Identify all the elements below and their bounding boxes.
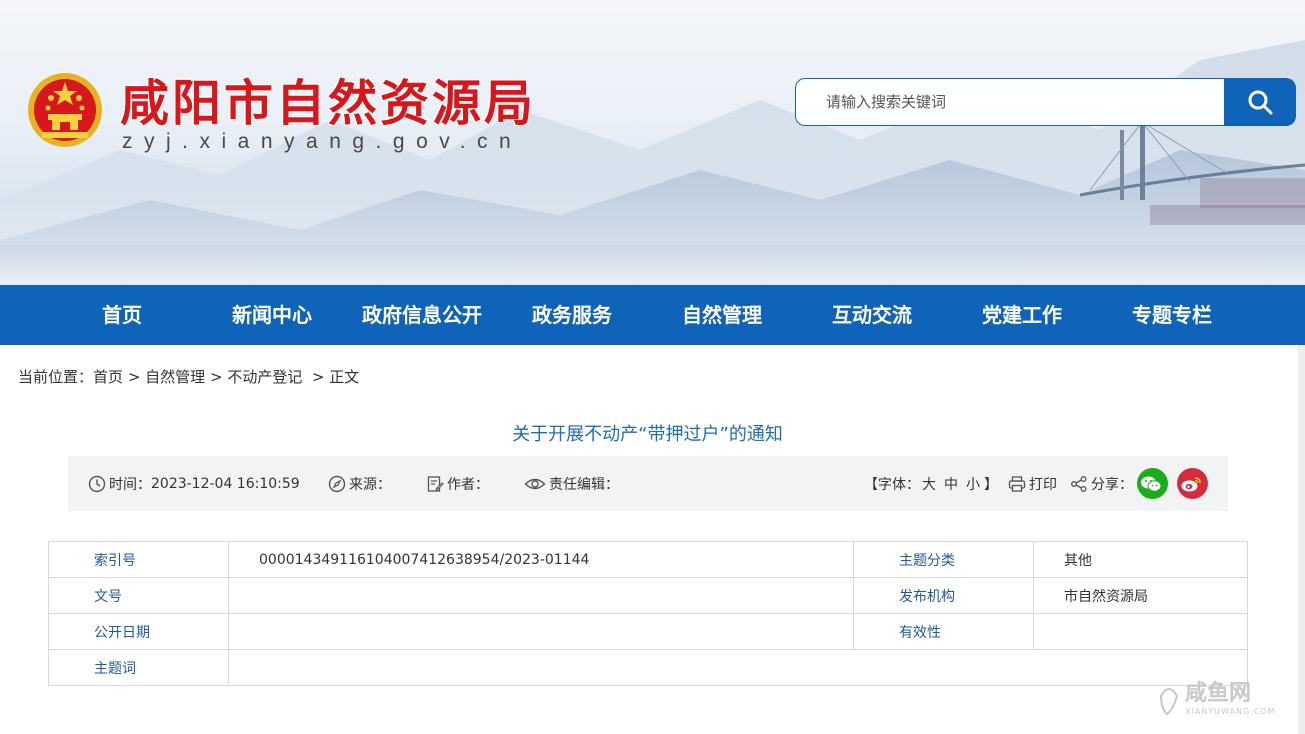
article-meta-bar: 时间： 2023-12-04 16:10:59 来源： 作者： 责任编辑： 【字… (68, 456, 1228, 511)
index-number-value: 000014349116104007412638954/2023-01144 (228, 541, 854, 578)
topic-category-value: 其他 (1033, 541, 1248, 578)
share-label: 分享： (1091, 476, 1133, 493)
article-title: 关于开展不动产“带押过户”的通知 (512, 424, 783, 445)
breadcrumb-separator: > (311, 368, 325, 386)
meta-author: 作者： (426, 456, 489, 511)
eye-icon (524, 478, 546, 489)
breadcrumb-home[interactable]: 首页 (93, 368, 123, 386)
table-row: 主题词 (48, 649, 1248, 686)
doc-number-label: 文号 (48, 577, 229, 614)
share-section: 分享： (1070, 456, 1133, 511)
nav-item-party[interactable]: 党建工作 (982, 285, 1062, 345)
breadcrumb-current: 正文 (329, 368, 360, 386)
meta-source-label: 来源： (349, 476, 391, 493)
font-size-open: 【字体： (864, 476, 920, 493)
nav-item-news[interactable]: 新闻中心 (232, 285, 312, 345)
watermark-text: 咸鱼网 (1185, 680, 1251, 706)
share-wechat-button[interactable] (1137, 468, 1168, 499)
keywords-label: 主题词 (48, 649, 229, 686)
table-row: 索引号 000014349116104007412638954/2023-011… (48, 541, 1248, 578)
printer-icon (1008, 475, 1026, 492)
print-button[interactable]: 打印 (1008, 456, 1057, 511)
watermark-logo: 咸鱼网 XIANYUWANG.COM (1159, 680, 1276, 716)
font-size-close: 】 (984, 476, 998, 493)
wechat-icon (1141, 476, 1162, 492)
meta-editor-label: 责任编辑： (549, 476, 619, 493)
meta-time: 时间： 2023-12-04 16:10:59 (88, 456, 300, 511)
nav-item-home[interactable]: 首页 (102, 285, 142, 345)
search-icon (1248, 90, 1273, 115)
page-scrollbar[interactable] (1298, 345, 1305, 734)
meta-author-label: 作者： (447, 476, 489, 493)
nav-item-topics[interactable]: 专题专栏 (1132, 285, 1212, 345)
nav-item-gov-info[interactable]: 政府信息公开 (362, 285, 482, 345)
meta-editor: 责任编辑： (524, 456, 619, 511)
doc-number-value (228, 577, 854, 614)
table-row: 文号 发布机构 市自然资源局 (48, 577, 1248, 614)
breadcrumb-separator: > (127, 368, 141, 386)
font-size-large-button[interactable]: 大 (922, 474, 936, 494)
share-weibo-button[interactable] (1177, 468, 1208, 499)
breadcrumb-separator: > (209, 368, 223, 386)
search-input[interactable] (795, 78, 1225, 126)
meta-source: 来源： (328, 456, 391, 511)
validity-value (1033, 613, 1248, 650)
print-label: 打印 (1029, 476, 1057, 493)
publisher-value: 市自然资源局 (1033, 577, 1248, 614)
site-header: 咸阳市自然资源局 zyj.xianyang.gov.cn (0, 0, 1305, 285)
watermark-domain: XIANYUWANG.COM (1185, 707, 1276, 716)
breadcrumb-natural-mgmt[interactable]: 自然管理 (145, 368, 205, 386)
breadcrumb-prefix: 当前位置： (18, 368, 94, 386)
topic-category-label: 主题分类 (853, 541, 1034, 578)
keywords-value (228, 649, 1248, 686)
edit-document-icon (427, 475, 444, 492)
site-title: 咸阳市自然资源局 (120, 74, 537, 132)
publisher-label: 发布机构 (853, 577, 1034, 614)
nav-item-interaction[interactable]: 互动交流 (832, 285, 912, 345)
font-size-small-button[interactable]: 小 (966, 474, 980, 494)
nav-item-natural-mgmt[interactable]: 自然管理 (682, 285, 762, 345)
index-number-label: 索引号 (48, 541, 229, 578)
document-info-table: 索引号 000014349116104007412638954/2023-011… (48, 541, 1248, 686)
breadcrumb: 当前位置：首页 > 自然管理 > 不动产登记 > 正文 (18, 366, 359, 387)
font-size-medium-button[interactable]: 中 (944, 474, 958, 494)
main-nav: 首页 新闻中心 政府信息公开 政务服务 自然管理 互动交流 党建工作 专题专栏 (0, 285, 1305, 345)
validity-label: 有效性 (853, 613, 1034, 650)
meta-time-label: 时间： (109, 476, 151, 493)
search-button[interactable] (1224, 78, 1296, 126)
font-size-controls: 【字体： 大 中 小 】 (864, 456, 998, 511)
nav-item-services[interactable]: 政务服务 (532, 285, 612, 345)
weibo-icon (1181, 476, 1201, 491)
publish-date-label: 公开日期 (48, 613, 229, 650)
clock-icon (88, 475, 106, 492)
breadcrumb-real-estate[interactable]: 不动产登记 (227, 368, 302, 386)
meta-time-value: 2023-12-04 16:10:59 (151, 475, 300, 492)
share-icon (1071, 475, 1087, 492)
publish-date-value (228, 613, 854, 650)
table-row: 公开日期 有效性 (48, 613, 1248, 650)
national-emblem-icon (28, 73, 102, 147)
site-domain: zyj.xianyang.gov.cn (122, 130, 523, 153)
compass-icon (328, 475, 346, 492)
